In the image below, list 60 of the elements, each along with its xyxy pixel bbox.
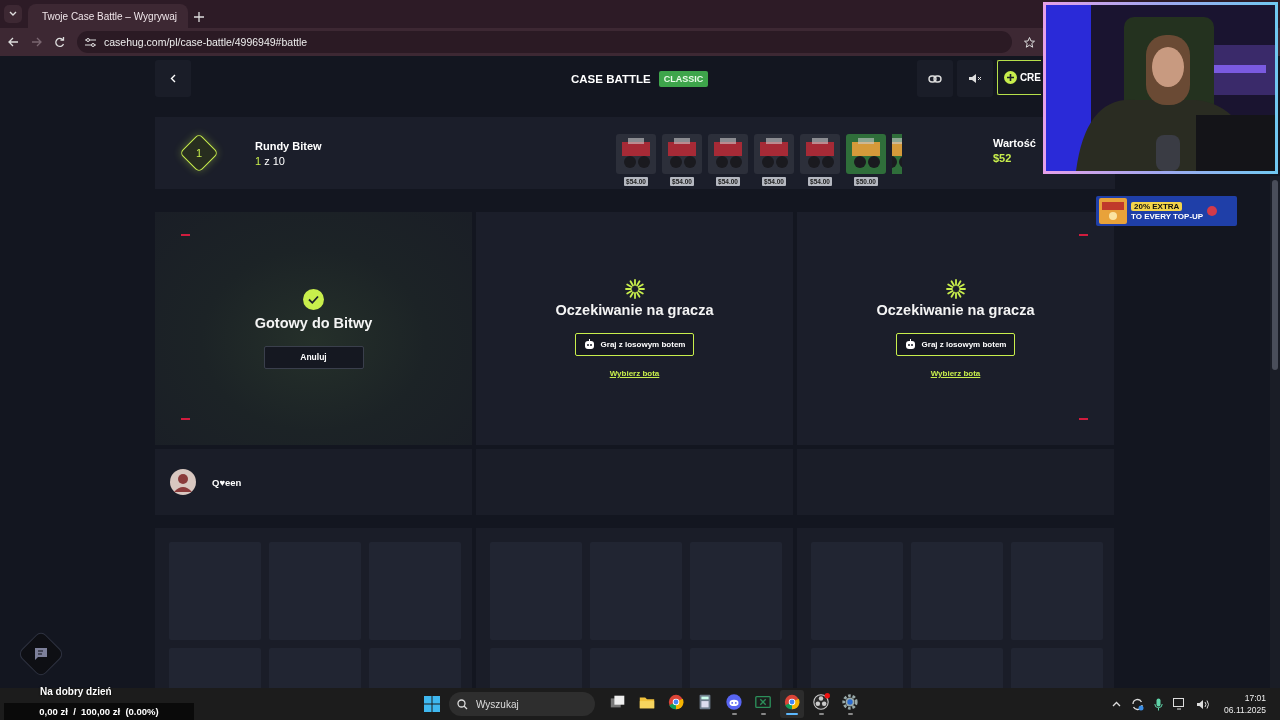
scrollbar[interactable] (1270, 176, 1280, 688)
chat-icon (33, 647, 49, 661)
address-field[interactable]: casehug.com/pl/case-battle/4996949#battle (77, 31, 1012, 53)
avatar (170, 469, 196, 495)
choose-bot-link[interactable]: Wybierz bota (609, 369, 660, 378)
robot-icon (904, 339, 916, 350)
start-icon[interactable] (424, 696, 440, 712)
sync-icon[interactable] (1131, 697, 1145, 711)
search-icon (457, 698, 468, 710)
plus-icon (1004, 71, 1017, 84)
link-icon (928, 74, 942, 83)
status-text: Oczekiwanie na gracza (876, 302, 1035, 318)
microphone-icon[interactable] (1154, 697, 1164, 711)
caret-icon (9, 11, 17, 17)
goal-amount-text: 0,00 zł / 100,00 zł (0.00%) (4, 703, 194, 720)
star-icon[interactable] (1024, 36, 1035, 48)
clock-time: 17:01 (1244, 693, 1266, 703)
new-tab-icon[interactable] (194, 12, 204, 22)
mute-button[interactable] (957, 60, 993, 97)
check-icon (303, 288, 324, 310)
corner-mark (1079, 418, 1088, 420)
reload-icon[interactable] (54, 36, 65, 48)
chevron-up-icon[interactable] (1112, 701, 1122, 707)
sliders-icon[interactable] (85, 37, 96, 47)
rounds-label: Rundy Bitew (255, 139, 322, 152)
mute-icon (968, 73, 982, 84)
status-text: Gotowy do Bitwy (254, 314, 373, 331)
random-bot-button[interactable]: Graj z losowym botem (895, 333, 1016, 356)
browser-tab[interactable]: Twoje Case Battle – Wygrywaj (28, 4, 188, 28)
clock-date: 06.11.2025 (1224, 705, 1266, 715)
choose-bot-link[interactable]: Wybierz bota (930, 369, 981, 378)
promo-banner[interactable]: 20% EXTRA TO EVERY TOP-UP (1096, 196, 1237, 226)
volume-icon[interactable] (1196, 698, 1211, 710)
goal-title: Na dobry dzień (40, 686, 112, 697)
spinner-icon (945, 279, 966, 299)
cancel-button[interactable]: Anuluj (263, 345, 364, 369)
random-bot-button[interactable]: Graj z losowym botem (574, 333, 695, 356)
spinner-icon (624, 279, 645, 299)
network-icon[interactable] (1173, 698, 1187, 710)
mode-badge: CLASSIC (658, 71, 709, 87)
corner-mark (181, 234, 190, 236)
robot-icon (583, 339, 595, 350)
browser-icon[interactable] (780, 690, 804, 718)
create-button[interactable]: CRE (997, 60, 1041, 95)
corner-mark (181, 418, 190, 420)
forward-icon[interactable] (31, 37, 42, 47)
tab-menu-button[interactable] (4, 5, 22, 23)
player-name: Q♥een (212, 476, 242, 488)
logo-icon (1207, 206, 1218, 216)
promo-headline: 20% EXTRA (1131, 201, 1183, 211)
value-amount: $52 (993, 152, 1013, 164)
status-text: Oczekiwanie na gracza (555, 302, 714, 318)
promo-subline: TO EVERY TOP-UP (1131, 211, 1204, 221)
round-counter: 1 z 10 (255, 154, 286, 167)
back-icon[interactable] (8, 37, 19, 47)
value-label: Wartość (993, 137, 1037, 149)
corner-mark (1079, 234, 1088, 236)
page-title: CASE BATTLE (571, 73, 651, 85)
link-button[interactable] (917, 60, 953, 97)
search-field[interactable]: Wyszukaj (449, 692, 595, 716)
